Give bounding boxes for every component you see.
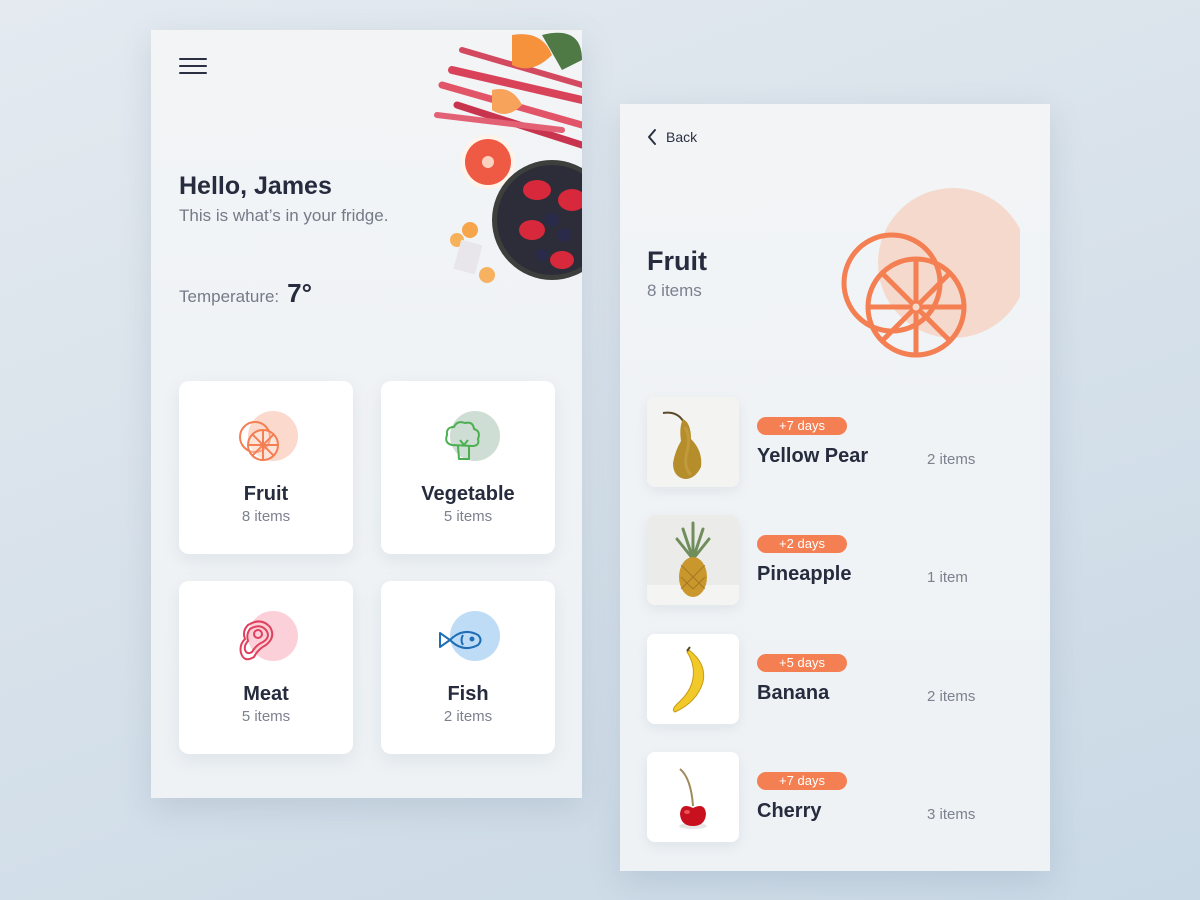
pear-thumbnail: [647, 397, 739, 487]
orange-slice-icon: [841, 188, 1020, 358]
category-count: 8 items: [241, 508, 291, 525]
hamburger-menu-icon[interactable]: [179, 58, 207, 76]
item-quantity: 2 items: [927, 688, 976, 705]
fruit-hero-photo: [434, 32, 582, 283]
fruit-list-item[interactable]: +7 days Cherry 3 items: [647, 752, 1007, 844]
category-card-vegetable[interactable]: Vegetable 5 items: [381, 381, 555, 554]
temperature-readout: Temperature: 7°: [179, 278, 312, 309]
fruit-list-item[interactable]: +2 days Pineapple 1 item: [647, 515, 1007, 607]
temperature-label: Temperature:: [179, 287, 280, 306]
category-count: 5 items: [241, 708, 291, 725]
category-title: Fruit: [647, 246, 707, 276]
category-name: Meat: [243, 683, 289, 705]
item-name: Yellow Pear: [757, 445, 869, 467]
category-card-fruit[interactable]: Fruit 8 items: [179, 381, 353, 554]
back-button[interactable]: Back: [646, 128, 697, 146]
back-label: Back: [666, 129, 698, 145]
chevron-left-icon: [648, 129, 656, 145]
item-quantity: 2 items: [927, 451, 976, 468]
item-name: Banana: [757, 682, 830, 704]
fruit-list-item[interactable]: +5 days Banana 2 items: [647, 634, 1007, 726]
expiry-badge: +7 days: [757, 772, 847, 790]
broccoli-icon: [445, 421, 480, 460]
expiry-badge: +5 days: [757, 654, 847, 672]
home-screen: Hello, James This is what’s in your frid…: [151, 30, 582, 798]
category-card-meat[interactable]: Meat 5 items: [179, 581, 353, 754]
category-card-fish[interactable]: Fish 2 items: [381, 581, 555, 754]
category-name: Fruit: [243, 483, 289, 505]
category-name: Vegetable: [421, 483, 515, 505]
expiry-badge: +2 days: [757, 535, 847, 553]
item-name: Cherry: [757, 800, 822, 822]
fruit-list-item[interactable]: +7 days Yellow Pear 2 items: [647, 397, 1007, 489]
category-count: 2 items: [443, 708, 493, 725]
item-quantity: 3 items: [927, 806, 976, 823]
banana-thumbnail: [647, 634, 739, 724]
fish-icon: [439, 630, 482, 650]
expiry-badge: +7 days: [757, 417, 847, 435]
steak-icon: [239, 620, 274, 661]
item-quantity: 1 item: [927, 569, 968, 586]
category-item-count: 8 items: [647, 281, 702, 300]
pineapple-thumbnail: [647, 515, 739, 605]
category-detail-screen: Back Fruit 8 items +7 days Yellow Pear 2…: [620, 104, 1050, 871]
greeting-subtitle: This is what’s in your fridge.: [179, 206, 389, 225]
greeting-heading: Hello, James: [179, 172, 332, 200]
category-name: Fish: [447, 683, 489, 705]
item-name: Pineapple: [757, 563, 852, 585]
temperature-value: 7°: [287, 278, 313, 308]
cherry-thumbnail: [647, 752, 739, 842]
category-count: 5 items: [443, 508, 493, 525]
orange-slice-icon: [239, 421, 279, 461]
